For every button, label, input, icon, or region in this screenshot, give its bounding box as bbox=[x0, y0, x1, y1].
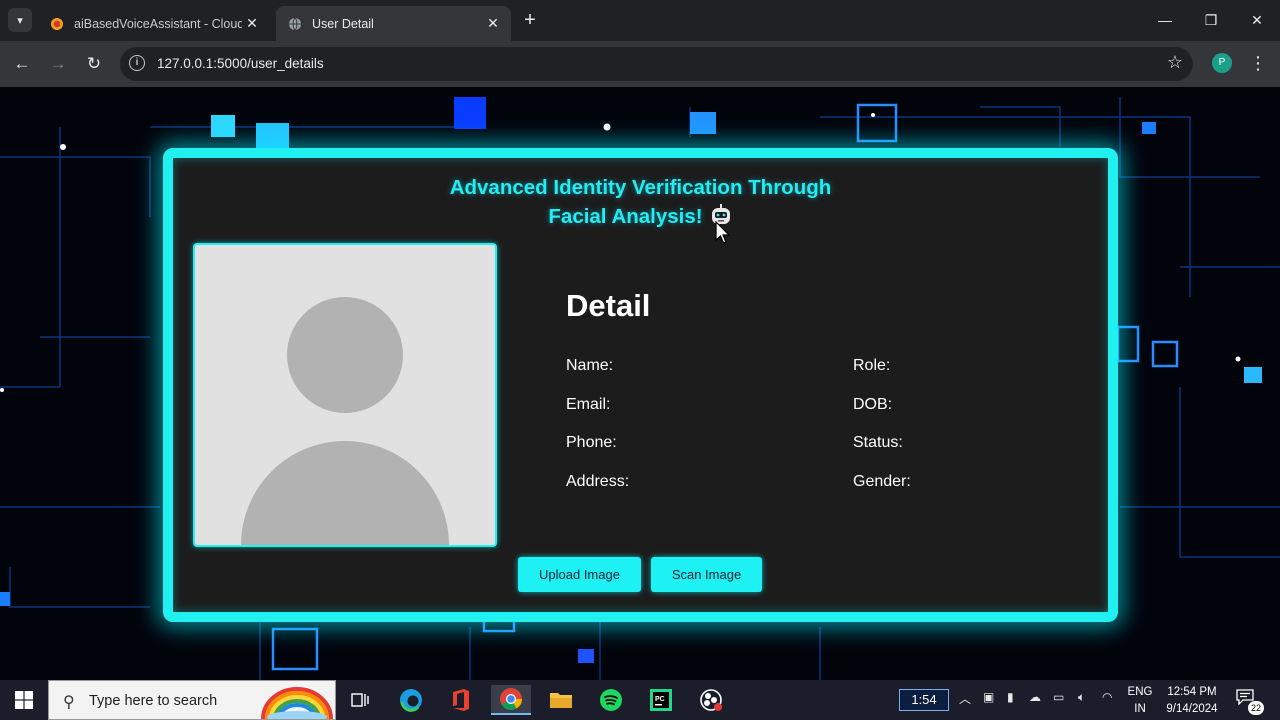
field-name-label: Name: bbox=[566, 357, 614, 374]
language-indicator[interactable]: ENG IN bbox=[1126, 684, 1154, 718]
back-arrow-icon[interactable]: ← bbox=[10, 52, 34, 76]
browser-tab-strip: ▾ aiBasedVoiceAssistant - Cloud I ✕ User… bbox=[0, 0, 1280, 41]
scan-image-button[interactable]: Scan Image bbox=[651, 557, 762, 592]
user-photo-placeholder bbox=[193, 243, 497, 547]
mouse-cursor-icon bbox=[715, 221, 731, 244]
field-gender-label: Gender: bbox=[853, 473, 911, 490]
avatar-head-shape bbox=[287, 297, 403, 413]
clock-time: 12:54 PM bbox=[1167, 686, 1217, 698]
windows-taskbar: ⚲ Type here to search PC 1:54 ︿ ▣ ▮ ☁ ▭ bbox=[0, 680, 1280, 720]
globe-icon bbox=[289, 17, 301, 30]
browser-toolbar: ← → ↻ i 127.0.0.1:5000/user_details ☆ P … bbox=[0, 41, 1280, 87]
clock-date: 9/14/2024 bbox=[1166, 703, 1218, 715]
close-tab-icon[interactable]: ✕ bbox=[244, 15, 260, 31]
search-highlight-rainbow-icon bbox=[261, 687, 333, 719]
pycharm-icon[interactable]: PC bbox=[641, 685, 681, 715]
tab-voice-assistant[interactable]: aiBasedVoiceAssistant - Cloud I ✕ bbox=[38, 6, 270, 41]
notification-center-icon[interactable]: 22 bbox=[1236, 689, 1264, 715]
notification-count-badge: 22 bbox=[1248, 701, 1264, 715]
tab-title: User Detail bbox=[312, 16, 374, 31]
page-viewport: Advanced Identity Verification Through F… bbox=[0, 87, 1280, 680]
field-role-label: Role: bbox=[853, 357, 891, 374]
wifi-icon[interactable]: ◠ bbox=[1102, 690, 1112, 704]
recording-timer[interactable]: 1:54 bbox=[899, 689, 949, 711]
detail-heading: Detail bbox=[566, 288, 651, 323]
office-icon[interactable] bbox=[441, 685, 481, 715]
cloud-ide-favicon-icon bbox=[51, 17, 63, 30]
language-region: IN bbox=[1134, 703, 1146, 715]
edge-browser-icon[interactable] bbox=[391, 685, 431, 715]
restore-button[interactable]: ❐ bbox=[1188, 0, 1234, 40]
battery-icon[interactable]: ▭ bbox=[1053, 690, 1064, 704]
url-text[interactable]: 127.0.0.1:5000/user_details bbox=[157, 56, 324, 71]
menu-kebab-icon[interactable]: ⋮ bbox=[1249, 53, 1267, 75]
new-tab-button[interactable]: + bbox=[519, 9, 541, 31]
spotify-icon[interactable] bbox=[591, 685, 631, 715]
minimize-button[interactable]: — bbox=[1142, 0, 1188, 40]
close-tab-icon[interactable]: ✕ bbox=[485, 15, 501, 31]
show-hidden-icons-chevron-icon[interactable]: ︿ bbox=[959, 690, 971, 707]
field-phone-label: Phone: bbox=[566, 434, 617, 451]
page-title: Advanced Identity Verification Through F… bbox=[173, 173, 1108, 231]
task-view-icon[interactable] bbox=[340, 685, 380, 715]
field-status-label: Status: bbox=[853, 434, 903, 451]
profile-avatar[interactable]: P bbox=[1212, 53, 1232, 73]
address-bar[interactable]: i 127.0.0.1:5000/user_details ☆ bbox=[120, 47, 1193, 81]
file-explorer-icon[interactable] bbox=[541, 685, 581, 715]
volume-icon[interactable]: 🔈︎ bbox=[1078, 690, 1085, 705]
field-dob-label: DOB: bbox=[853, 396, 893, 413]
language-code: ENG bbox=[1127, 686, 1153, 698]
camera-icon[interactable]: ▣ bbox=[983, 690, 994, 704]
search-icon: ⚲ bbox=[63, 694, 75, 711]
field-address-label: Address: bbox=[566, 473, 630, 490]
windows-start-button[interactable] bbox=[0, 680, 48, 720]
bookmark-star-icon[interactable]: ☆ bbox=[1167, 52, 1183, 73]
forward-arrow-icon[interactable]: → bbox=[46, 52, 70, 76]
site-info-icon[interactable]: i bbox=[129, 55, 145, 71]
onedrive-cloud-icon[interactable]: ☁ bbox=[1029, 690, 1041, 704]
microphone-icon[interactable]: ▮ bbox=[1007, 690, 1014, 704]
taskbar-clock[interactable]: 12:54 PM 9/14/2024 bbox=[1160, 684, 1224, 718]
chrome-browser-icon[interactable] bbox=[491, 685, 531, 715]
search-placeholder: Type here to search bbox=[89, 693, 218, 709]
page-title-line1: Advanced Identity Verification Through bbox=[449, 176, 832, 199]
field-email-label: Email: bbox=[566, 396, 611, 413]
reload-icon[interactable]: ↻ bbox=[82, 52, 106, 76]
tab-search-button[interactable]: ▾ bbox=[8, 8, 32, 32]
tab-user-detail[interactable]: User Detail ✕ bbox=[276, 6, 511, 41]
svg-text:PC: PC bbox=[655, 696, 665, 703]
avatar-body-shape bbox=[241, 441, 449, 545]
obs-studio-icon[interactable] bbox=[691, 685, 731, 715]
tab-title: aiBasedVoiceAssistant - Cloud I bbox=[74, 16, 242, 31]
page-title-line2: Facial Analysis! bbox=[548, 205, 703, 228]
taskbar-search-box[interactable]: ⚲ Type here to search bbox=[48, 680, 336, 720]
windows-logo-icon bbox=[15, 691, 33, 709]
close-window-button[interactable]: ✕ bbox=[1234, 0, 1280, 40]
user-detail-card: Advanced Identity Verification Through F… bbox=[163, 148, 1118, 622]
upload-image-button[interactable]: Upload Image bbox=[518, 557, 641, 592]
